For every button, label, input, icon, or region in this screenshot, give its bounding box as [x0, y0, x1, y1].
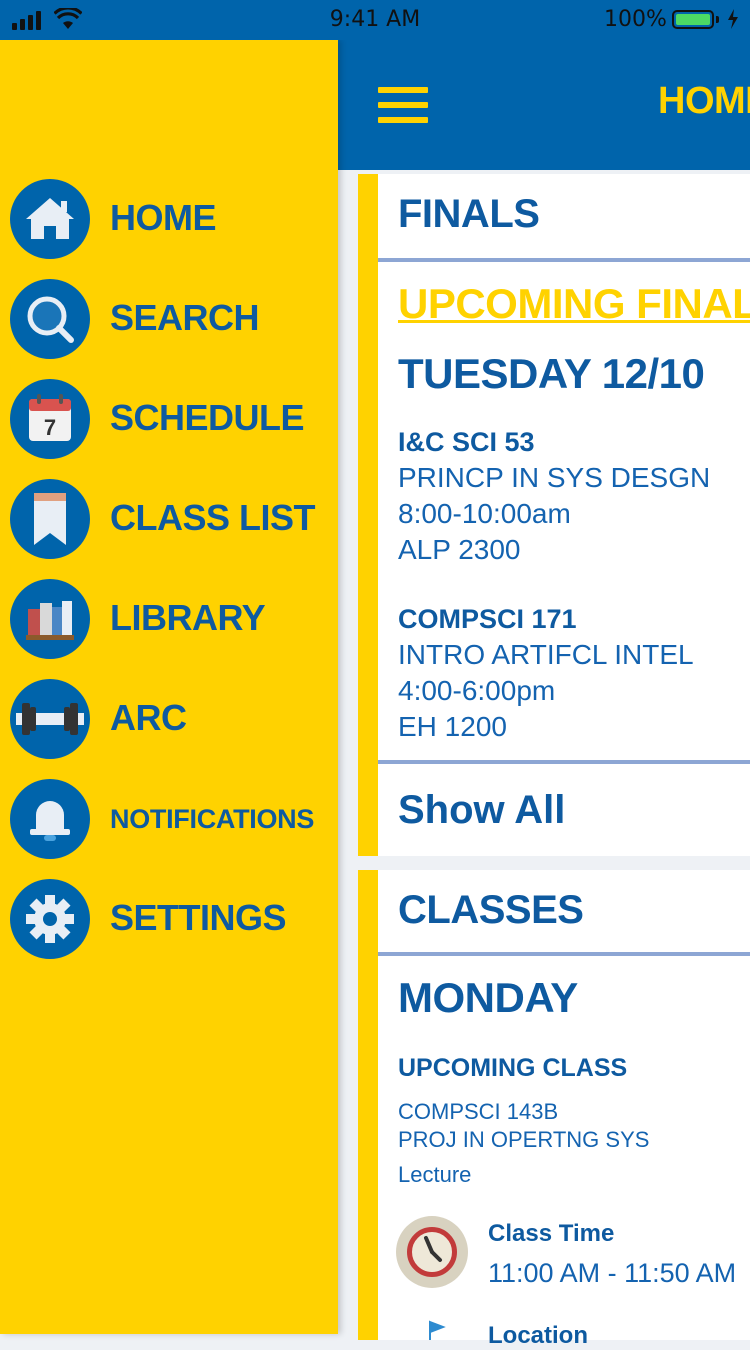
drawer-item-label: NOTIFICATIONS: [110, 804, 315, 834]
drawer-item-label: CLASS LIST: [110, 497, 316, 538]
class-course-name: PROJ IN OPERTNG SYS: [398, 1127, 650, 1152]
final-course-item[interactable]: COMPSCI 171 INTRO ARTIFCL INTEL 4:00-6:0…: [398, 601, 694, 745]
course-code: COMPSCI 171: [398, 604, 577, 634]
course-room: EH 1200: [398, 711, 507, 742]
course-name: INTRO ARTIFCL INTEL: [398, 639, 694, 670]
divider: [378, 258, 750, 262]
class-course-code: COMPSCI 143B: [398, 1099, 559, 1124]
finals-card: FINALS UPCOMING FINALS TUESDAY 12/10 I&C…: [358, 174, 750, 856]
page-title: HOME: [658, 80, 750, 122]
clock-icon: [396, 1216, 468, 1288]
home-icon: [10, 179, 90, 259]
drawer-item-label: HOME: [110, 197, 217, 238]
location-flag-icon: [429, 1320, 446, 1340]
app-header: HOME: [338, 40, 750, 170]
drawer-item-label: LIBRARY: [110, 597, 266, 638]
drawer-item-settings[interactable]: SETTINGS: [10, 879, 330, 959]
class-time-value: 11:00 AM - 11:50 AM: [488, 1258, 737, 1288]
classes-card: CLASSES MONDAY UPCOMING CLASS COMPSCI 14…: [358, 870, 750, 1349]
battery-tip: [716, 16, 719, 23]
dumbbell-icon: [10, 679, 90, 759]
drawer-item-label: ARC: [110, 697, 187, 738]
location-label: Location: [488, 1322, 588, 1349]
course-name: PRINCP IN SYS DESGN: [398, 462, 711, 493]
classes-title: CLASSES: [398, 888, 584, 932]
drawer-item-arc[interactable]: ARC: [10, 679, 330, 759]
battery-percentage: 100%: [604, 7, 667, 32]
show-all-button[interactable]: Show All: [398, 788, 565, 833]
svg-text:7: 7: [44, 415, 56, 440]
drawer-item-notifications[interactable]: NOTIFICATIONS: [10, 779, 330, 859]
main-content: HOME FINALS UPCOMING FINALS TUESDAY 12/1…: [338, 40, 750, 1349]
classes-day-heading: MONDAY: [398, 974, 578, 1021]
drawer-item-label: SCHEDULE: [110, 397, 305, 438]
course-room: ALP 2300: [398, 534, 521, 565]
battery-icon: [672, 10, 714, 29]
class-time-label: Class Time: [488, 1220, 615, 1247]
course-time: 4:00-6:00pm: [398, 675, 556, 706]
gear-icon: [10, 879, 90, 959]
class-info[interactable]: COMPSCI 143B PROJ IN OPERTNG SYS: [398, 1098, 649, 1154]
drawer-item-home[interactable]: HOME: [10, 179, 330, 259]
status-bar: 9:41 AM 100%: [0, 0, 750, 40]
books-icon: [10, 579, 90, 659]
drawer-item-label: SEARCH: [110, 297, 260, 338]
divider: [378, 952, 750, 956]
finals-day-heading: TUESDAY 12/10: [398, 350, 705, 397]
class-type: Lecture: [398, 1162, 472, 1187]
charging-bolt-icon: [728, 9, 738, 29]
drawer-item-label: SETTINGS: [110, 897, 287, 938]
drawer-item-class-list[interactable]: CLASS LIST: [10, 479, 330, 559]
drawer-item-library[interactable]: LIBRARY: [10, 579, 330, 659]
final-course-item[interactable]: I&C SCI 53 PRINCP IN SYS DESGN 8:00-10:0…: [398, 424, 710, 568]
divider: [378, 760, 750, 764]
menu-hamburger-icon[interactable]: [378, 87, 428, 123]
calendar-icon: 7: [10, 379, 90, 459]
drawer-item-schedule[interactable]: 7 SCHEDULE: [10, 379, 330, 459]
bookmark-icon: [10, 479, 90, 559]
bell-icon: [10, 779, 90, 859]
drawer-item-search[interactable]: SEARCH: [10, 279, 330, 359]
navigation-drawer: HOME SEARCH 7 SCHEDULE CLASS LIST LIBRAR…: [0, 40, 338, 1334]
search-icon: [10, 279, 90, 359]
upcoming-finals-link[interactable]: UPCOMING FINALS: [398, 280, 750, 328]
course-time: 8:00-10:00am: [398, 498, 571, 529]
finals-title: FINALS: [398, 192, 540, 236]
upcoming-class-label: UPCOMING CLASS: [398, 1054, 628, 1082]
course-code: I&C SCI 53: [398, 427, 535, 457]
